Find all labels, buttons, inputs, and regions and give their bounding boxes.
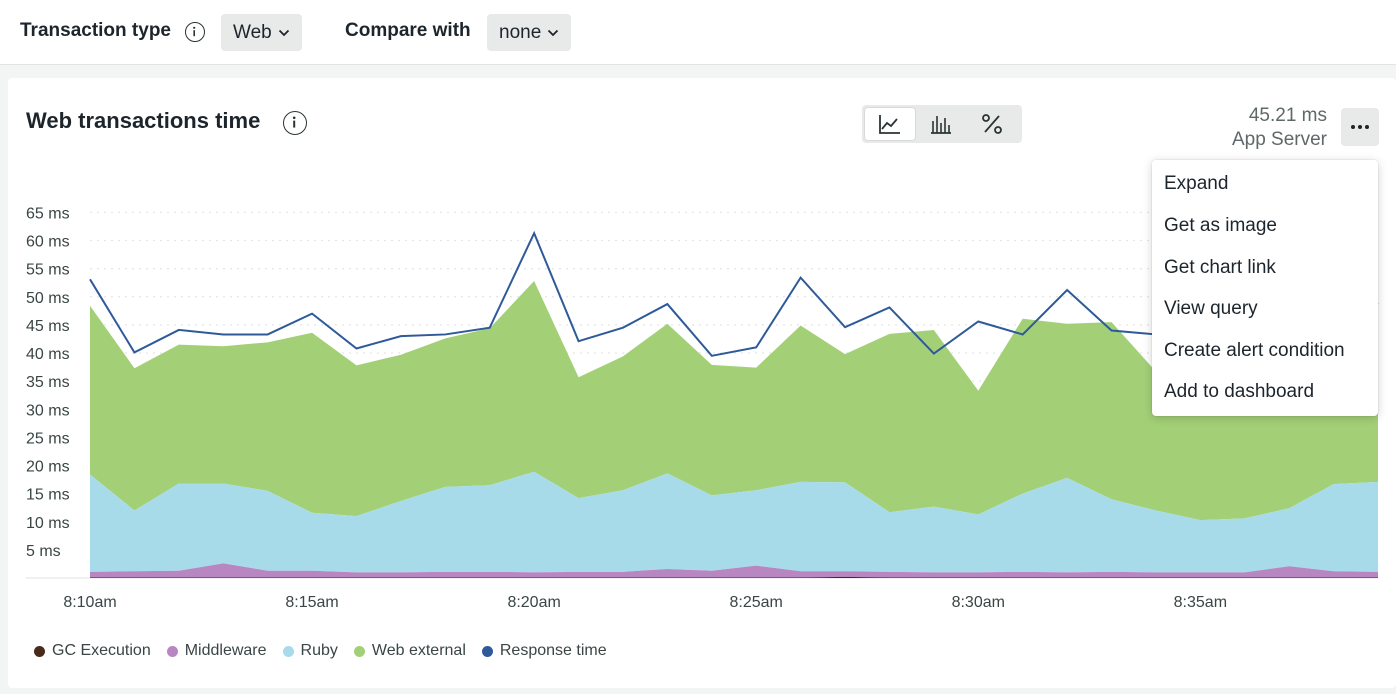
x-tick-label: 8:20am bbox=[507, 594, 560, 611]
x-tick-label: 8:15am bbox=[285, 594, 338, 611]
legend-label: Ruby bbox=[300, 642, 338, 659]
y-tick-label: 65 ms bbox=[26, 205, 70, 222]
legend-dot bbox=[34, 645, 45, 657]
y-tick-label: 10 ms bbox=[26, 515, 70, 532]
legend-label: Web external bbox=[371, 642, 466, 659]
transaction-type-label: Transaction type bbox=[20, 20, 171, 41]
legend-dot bbox=[282, 645, 294, 657]
legend-dot bbox=[166, 645, 178, 657]
transaction-type-value: Web bbox=[233, 21, 272, 43]
legend-dot bbox=[353, 645, 365, 657]
legend-label: Middleware bbox=[184, 642, 267, 659]
legend-label: Response time bbox=[499, 642, 607, 659]
y-tick-label: 55 ms bbox=[26, 262, 70, 279]
menu-item-view-query[interactable]: View query bbox=[1164, 298, 1258, 320]
menu-item-get-chart-link[interactable]: Get chart link bbox=[1164, 257, 1276, 279]
x-tick-label: 8:10am bbox=[63, 594, 116, 611]
compare-with-value: none bbox=[499, 21, 542, 43]
legend-item-web-external[interactable]: Web external bbox=[353, 642, 466, 660]
filter-bar: Transaction type Web Compare with none bbox=[0, 0, 1396, 65]
compare-with-label: Compare with bbox=[345, 20, 471, 41]
y-tick-label: 15 ms bbox=[26, 487, 70, 504]
chart-legend: GC Execution Middleware Ruby Web externa… bbox=[34, 640, 607, 662]
menu-item-get-as-image[interactable]: Get as image bbox=[1164, 215, 1277, 237]
y-tick-label: 40 ms bbox=[26, 346, 70, 363]
y-tick-label: 30 ms bbox=[26, 402, 70, 419]
legend-item-response-time[interactable]: Response time bbox=[481, 642, 607, 660]
chevron-down-icon bbox=[278, 29, 289, 36]
y-tick-label: 50 ms bbox=[26, 290, 70, 307]
legend-dot bbox=[481, 645, 493, 657]
x-tick-label: 8:35am bbox=[1174, 594, 1227, 611]
chart-options-menu: Expand Get as image Get chart link View … bbox=[1152, 160, 1378, 416]
y-tick-label: 20 ms bbox=[26, 459, 70, 476]
legend-item-ruby[interactable]: Ruby bbox=[282, 642, 338, 660]
menu-item-create-alert-condition[interactable]: Create alert condition bbox=[1164, 340, 1345, 362]
x-tick-label: 8:30am bbox=[952, 594, 1005, 611]
transaction-type-dropdown[interactable]: Web bbox=[221, 14, 302, 51]
x-tick-label: 8:25am bbox=[730, 594, 783, 611]
menu-item-expand[interactable]: Expand bbox=[1164, 173, 1228, 195]
legend-item-middleware[interactable]: Middleware bbox=[166, 642, 267, 660]
y-tick-label: 25 ms bbox=[26, 430, 70, 447]
y-tick-label: 60 ms bbox=[26, 234, 70, 251]
y-tick-label: 35 ms bbox=[26, 374, 70, 391]
compare-with-dropdown[interactable]: none bbox=[487, 14, 572, 51]
y-tick-label: 45 ms bbox=[26, 318, 70, 335]
chevron-down-icon bbox=[548, 29, 559, 36]
y-tick-label: 5 ms bbox=[26, 543, 61, 560]
info-icon[interactable] bbox=[185, 22, 205, 42]
menu-item-add-to-dashboard[interactable]: Add to dashboard bbox=[1164, 381, 1314, 403]
legend-item-gc-execution[interactable]: GC Execution bbox=[34, 642, 151, 660]
legend-label: GC Execution bbox=[52, 642, 151, 659]
